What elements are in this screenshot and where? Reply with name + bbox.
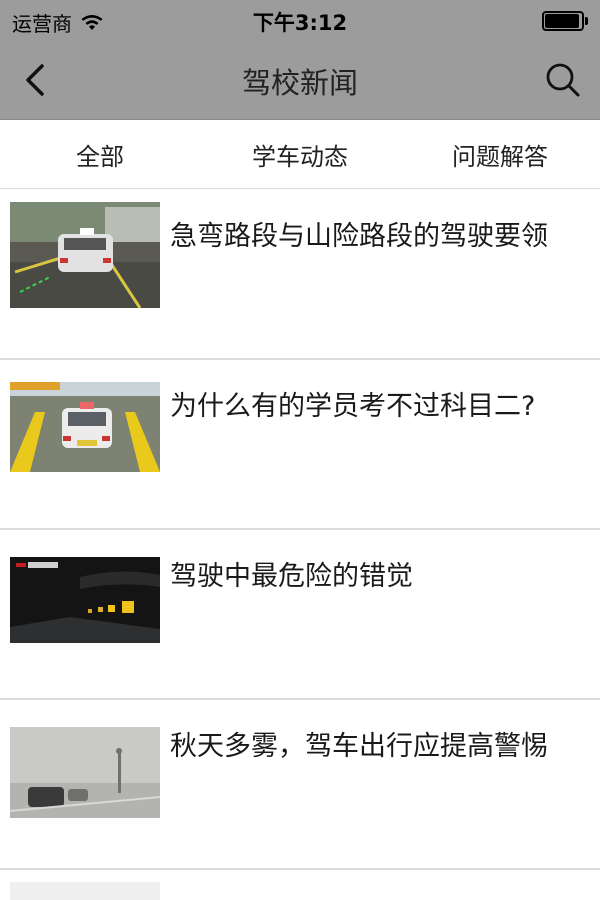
news-thumbnail <box>10 542 160 648</box>
news-thumbnail <box>10 202 160 308</box>
search-button[interactable] <box>542 60 584 100</box>
list-item[interactable]: 为什么有的学员考不过科目二? <box>0 360 600 530</box>
status-time: 下午3:12 <box>252 11 348 35</box>
news-title: 为什么有的学员考不过科目二? <box>170 391 536 422</box>
news-list: 急弯路段与山险路段的驾驶要领 为什么有的学员考不过科目二? 驾驶中最危险的错觉 … <box>0 190 600 900</box>
page-title: 驾校新闻 <box>241 66 358 100</box>
tab-learning-news[interactable]: 学车动态 <box>200 121 400 188</box>
tab-qa[interactable]: 问题解答 <box>400 121 600 188</box>
search-icon <box>546 63 580 97</box>
list-item[interactable]: 秋天多雾，驾车出行应提高警惕 <box>0 700 600 870</box>
list-item[interactable]: 急弯路段与山险路段的驾驶要领 <box>0 190 600 360</box>
news-title: 急弯路段与山险路段的驾驶要领 <box>170 221 548 252</box>
news-title: 驾驶中最危险的错觉 <box>170 561 413 592</box>
nav-bar: 驾校新闻 <box>0 40 600 120</box>
news-thumbnail <box>10 712 160 818</box>
battery-icon <box>542 11 588 31</box>
news-title: 秋天多雾，驾车出行应提高警惕 <box>170 731 548 762</box>
list-item[interactable] <box>0 870 600 900</box>
category-tabs: 全部 学车动态 问题解答 <box>0 121 600 189</box>
tab-all[interactable]: 全部 <box>0 121 200 188</box>
status-bar: 运营商 下午3:12 <box>0 0 600 40</box>
news-thumbnail <box>10 882 160 900</box>
news-thumbnail <box>10 372 160 478</box>
list-item[interactable]: 驾驶中最危险的错觉 <box>0 530 600 700</box>
